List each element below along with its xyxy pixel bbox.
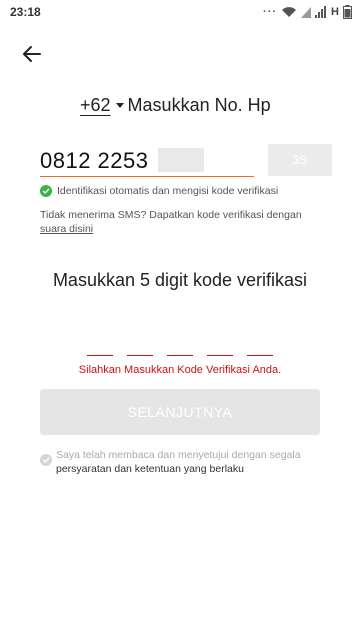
auto-verify-text: Identifikasi otomatis dan mengisi kode v…	[57, 185, 279, 197]
status-icons: ··· H	[263, 4, 352, 20]
next-button[interactable]: SELANJUTNYA	[40, 389, 320, 435]
phone-title: Masukkan No. Hp	[127, 95, 271, 115]
phone-input[interactable]: 0812 2253	[40, 146, 254, 177]
back-arrow-icon	[23, 46, 41, 62]
agreement-row: Saya telah membaca dan menyetujui dengan…	[40, 448, 330, 476]
check-circle-icon	[40, 185, 52, 197]
chevron-down-icon[interactable]	[115, 103, 124, 108]
code-input-group	[87, 352, 273, 356]
phone-value: 0812 2253	[40, 148, 149, 173]
check-icon	[42, 457, 50, 463]
verification-title: Masukkan 5 digit kode verifikasi	[52, 270, 308, 290]
code-digit-2[interactable]	[127, 352, 153, 356]
status-bar: 23:18 ··· H	[0, 0, 360, 24]
phone-header: +62 Masukkan No. Hp	[80, 95, 271, 116]
auto-verify-notice: Identifikasi otomatis dan mengisi kode v…	[40, 185, 278, 197]
back-button[interactable]	[20, 42, 44, 66]
agreement-text: Saya telah membaca dan menyetujui dengan…	[56, 449, 301, 461]
code-digit-5[interactable]	[247, 352, 273, 356]
agreement-checkbox[interactable]	[40, 454, 52, 466]
terms-link[interactable]: persyaratan dan ketentuan yang berlaku	[56, 463, 244, 475]
sms-help-text: Tidak menerima SMS? Dapatkan kode verifi…	[40, 209, 302, 221]
error-message: Silahkan Masukkan Kode Verifikasi Anda.	[78, 364, 282, 376]
status-time: 23:18	[10, 5, 41, 19]
code-digit-4[interactable]	[207, 352, 233, 356]
wifi-icon	[282, 7, 297, 17]
agreement-text-block: Saya telah membaca dan menyetujui dengan…	[56, 448, 301, 476]
battery-icon	[343, 5, 352, 19]
country-code-selector[interactable]: +62	[80, 95, 111, 116]
sms-help: Tidak menerima SMS? Dapatkan kode verifi…	[40, 208, 330, 236]
network-type: H	[331, 6, 339, 18]
redacted-digits	[158, 148, 204, 172]
code-digit-1[interactable]	[87, 352, 113, 356]
voice-call-link[interactable]: suara disini	[40, 223, 93, 235]
signal-icon	[301, 7, 312, 18]
more-dots-icon: ···	[263, 6, 278, 18]
code-digit-3[interactable]	[167, 352, 193, 356]
signal-icon-2	[315, 6, 327, 18]
resend-countdown-button[interactable]: 3S	[268, 144, 332, 176]
